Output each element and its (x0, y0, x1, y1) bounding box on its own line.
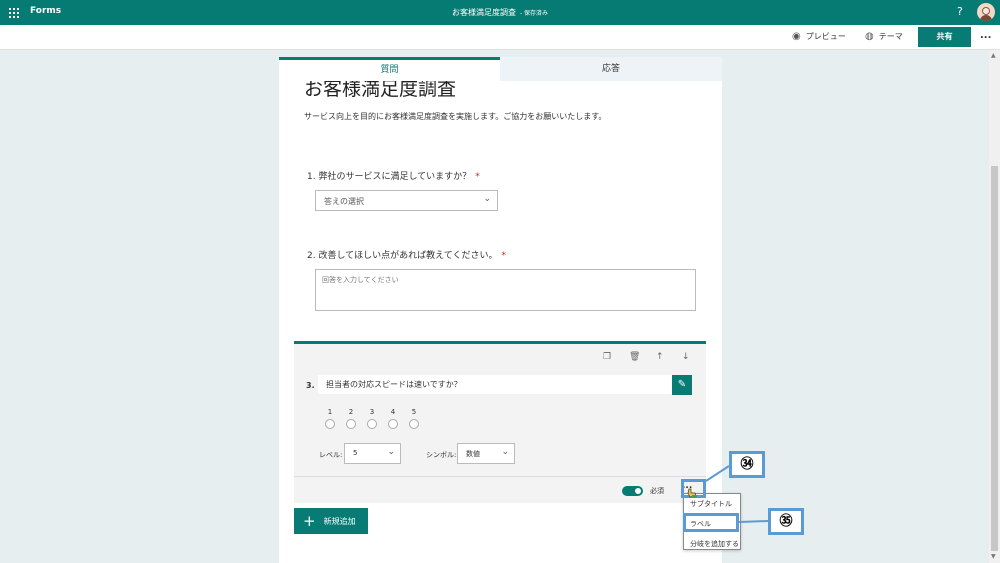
question-2-text: 2. 改善してほしい点があれば教えてください。 (307, 251, 498, 261)
callout-35: ㉟ (768, 508, 804, 535)
scroll-down-icon[interactable]: ▼ (991, 553, 996, 560)
palette-icon: ◍ (865, 31, 874, 42)
level-dropdown[interactable]: 5 ⌄ (344, 443, 401, 464)
chevron-down-icon: ⌄ (501, 447, 509, 457)
highlight-label-item (683, 513, 739, 532)
question-3-number: 3. (306, 381, 315, 390)
question-3-title-input[interactable]: 担当者の対応スピードは速いですか？ (318, 375, 672, 394)
question-1-title: 1. 弊社のサービスに満足していますか？ * (307, 169, 480, 182)
rating-option-3[interactable]: 3 (366, 408, 378, 429)
question-3-editor: ❐ 🗑 ↑ ↓ 3. 担当者の対応スピードは速いですか？ ✎ 1 2 3 4 5… (294, 341, 706, 503)
question-2-title: 2. 改善してほしい点があれば教えてください。 * (307, 248, 506, 261)
scroll-up-icon[interactable]: ▲ (991, 52, 996, 59)
scrollbar[interactable]: ▲ ▼ (989, 50, 1000, 563)
required-mark: * (501, 251, 506, 261)
document-title[interactable]: お客様満足度調査 (452, 8, 516, 17)
add-new-button[interactable]: + 新規追加 (294, 508, 368, 534)
symbol-dropdown[interactable]: 数値 ⌄ (457, 443, 515, 464)
tab-bar: 質問 応答 (279, 57, 722, 81)
share-button[interactable]: 共有 (918, 27, 971, 47)
help-button[interactable]: ? (957, 5, 963, 18)
level-label: レベル: (319, 451, 343, 459)
question-3-footer: 必須 ... (294, 476, 706, 506)
add-new-label: 新規追加 (323, 516, 356, 526)
theme-label: テーマ (878, 32, 903, 41)
delete-icon[interactable]: 🗑 (629, 352, 640, 362)
form-card: お客様満足度調査 質問 応答 サービス向上を目的にお客様満足度調査を実施します。… (279, 57, 722, 563)
question-1-text: 1. 弊社のサービスに満足していますか？ (307, 172, 472, 182)
insert-media-icon[interactable]: ✎ (672, 375, 692, 395)
app-bar: Forms お客様満足度調査 - 保存済み ? (0, 0, 1000, 25)
preview-label: プレビュー (805, 32, 846, 41)
move-up-icon[interactable]: ↑ (656, 352, 664, 362)
more-options-button[interactable]: ... (980, 30, 991, 41)
preview-button[interactable]: ◉ プレビュー (792, 31, 846, 42)
chevron-down-icon: ⌄ (483, 194, 491, 204)
scrollbar-thumb[interactable] (991, 166, 998, 551)
move-down-icon[interactable]: ↓ (682, 352, 690, 362)
menu-item-add-branch[interactable]: 分岐を追加する (690, 539, 739, 549)
question-2-answer-field[interactable]: 回答を入力してください (315, 269, 696, 311)
tab-questions[interactable]: 質問 (279, 57, 500, 81)
callout-34: ㉞ (729, 451, 765, 478)
command-bar: ◉ プレビュー ◍ テーマ 共有 ... (0, 25, 1000, 50)
copy-icon[interactable]: ❐ (603, 352, 611, 362)
avatar[interactable] (977, 3, 995, 21)
hand-cursor-icon (687, 488, 697, 498)
rating-option-5[interactable]: 5 (408, 408, 420, 429)
theme-button[interactable]: ◍ テーマ (865, 31, 903, 42)
form-description[interactable]: サービス向上を目的にお客様満足度調査を実施します。ご協力をお願いいたします。 (304, 111, 606, 122)
required-label: 必須 (650, 487, 664, 495)
plus-icon: + (303, 511, 316, 530)
rating-option-4[interactable]: 4 (387, 408, 399, 429)
rating-option-2[interactable]: 2 (345, 408, 357, 429)
question-1-choice-select[interactable]: 答えの選択 ⌄ (315, 190, 498, 211)
menu-item-subtitle[interactable]: サブタイトル (690, 499, 732, 509)
rating-option-1[interactable]: 1 (324, 408, 336, 429)
document-title-area: お客様満足度調査 - 保存済み (0, 7, 1000, 18)
eye-icon: ◉ (792, 31, 801, 42)
required-mark: * (475, 172, 480, 182)
select-placeholder: 答えの選択 (324, 197, 364, 206)
symbol-label: シンボル: (426, 451, 457, 459)
symbol-value: 数値 (466, 450, 480, 458)
chevron-down-icon: ⌄ (387, 447, 395, 457)
tab-responses[interactable]: 応答 (500, 57, 722, 81)
required-toggle[interactable] (622, 486, 643, 496)
level-value: 5 (353, 449, 358, 457)
saved-status: - 保存済み (519, 10, 549, 17)
